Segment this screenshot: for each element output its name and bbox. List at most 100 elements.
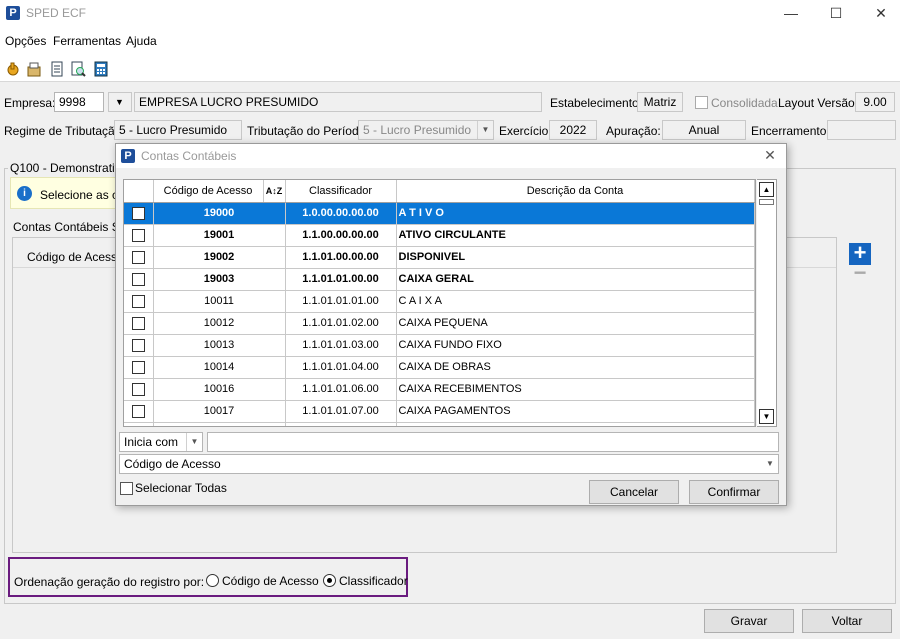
tributacao-label: Tributação do Período: xyxy=(247,124,369,138)
row-checkbox[interactable] xyxy=(131,228,145,242)
voltar-button[interactable]: Voltar xyxy=(802,609,892,633)
sort-az-icon[interactable]: A↕Z xyxy=(263,180,286,203)
cell-codigo-acesso: 10014 xyxy=(153,356,286,379)
ordering-label: Ordenação geração do registro por: xyxy=(14,575,205,589)
cell-codigo-acesso: 10011 xyxy=(153,290,286,313)
row-checkbox-cell[interactable] xyxy=(124,378,154,401)
account-row[interactable]: 100181.1.01.01.10.00CHEQUES A RECEBER xyxy=(124,422,755,428)
account-row[interactable]: 19001 1.1.00.00.00.00 ATIVO CIRCULANTE xyxy=(124,224,755,247)
account-row[interactable]: 10011 1.1.01.01.01.00 C A I X A xyxy=(124,290,755,313)
cell-codigo-acesso: 10017 xyxy=(153,400,286,423)
row-checkbox-cell[interactable] xyxy=(124,268,154,291)
col-codigo-acesso: Código de Acesso xyxy=(27,250,124,264)
account-row[interactable]: 10013 1.1.01.01.03.00 CAIXA FUNDO FIXO xyxy=(124,334,755,357)
header-codigo-acesso[interactable]: Código de Acesso xyxy=(153,180,264,203)
dialog-title: Contas Contábeis xyxy=(141,149,237,163)
preview-icon[interactable] xyxy=(70,61,86,77)
row-checkbox-cell[interactable] xyxy=(124,246,154,269)
row-checkbox[interactable] xyxy=(131,294,145,308)
menu-ferramentas[interactable]: Ferramentas xyxy=(53,34,121,48)
row-checkbox-cell[interactable] xyxy=(124,202,154,225)
account-row[interactable]: 19000 1.0.00.00.00.00 A T I V O xyxy=(124,202,755,225)
scroll-up-arrow-icon[interactable]: ▲ xyxy=(759,182,774,197)
row-checkbox-cell[interactable] xyxy=(124,334,154,357)
selecionar-todas-checkbox[interactable] xyxy=(120,482,133,495)
header-classificador[interactable]: Classificador xyxy=(285,180,397,203)
scroll-thumb[interactable] xyxy=(759,199,774,205)
account-row[interactable]: 10017 1.1.01.01.07.00 CAIXA PAGAMENTOS xyxy=(124,400,755,423)
estabelecimento-field: Matriz xyxy=(637,92,683,112)
account-row[interactable]: 19003 1.1.01.01.00.00 CAIXA GERAL xyxy=(124,268,755,291)
confirmar-button[interactable]: Confirmar xyxy=(689,480,779,504)
row-checkbox[interactable] xyxy=(131,206,145,220)
row-checkbox[interactable] xyxy=(131,404,145,418)
cell-classificador: 1.1.01.01.10.00 xyxy=(285,422,397,426)
menu-ajuda[interactable]: Ajuda xyxy=(126,34,157,48)
row-checkbox-cell[interactable] xyxy=(124,422,154,428)
row-checkbox-cell[interactable] xyxy=(124,224,154,247)
close-button[interactable]: ✕ xyxy=(858,0,900,28)
minimize-button[interactable]: — xyxy=(768,0,814,28)
maximize-button[interactable]: ☐ xyxy=(813,0,859,28)
calculator-icon[interactable] xyxy=(93,61,109,77)
row-checkbox-cell[interactable] xyxy=(124,290,154,313)
cell-descricao: CAIXA PAGAMENTOS xyxy=(396,400,755,423)
info-text: Selecione as co xyxy=(40,188,125,202)
filter-mode-value: Inicia com xyxy=(124,435,179,449)
filter-mode-select[interactable]: Inicia com ▼ xyxy=(119,432,203,452)
cell-classificador: 1.1.01.01.07.00 xyxy=(285,400,397,423)
menu-opcoes[interactable]: Opções xyxy=(5,34,46,48)
accounts-table: Código de Acesso A↕Z Classificador Descr… xyxy=(124,180,755,428)
radio-classificador-label: Classificador xyxy=(339,574,408,588)
empresa-name-field: EMPRESA LUCRO PRESUMIDO xyxy=(134,92,542,112)
filter-field-select[interactable]: Código de Acesso ▼ xyxy=(119,454,779,474)
header-checkbox-col xyxy=(124,180,154,203)
row-checkbox-cell[interactable] xyxy=(124,400,154,423)
accounts-scrollbar[interactable]: ▲ ▼ xyxy=(757,179,777,427)
dialog-close-button[interactable]: ✕ xyxy=(760,147,780,165)
info-icon: i xyxy=(17,186,32,201)
radio-codigo-acesso[interactable] xyxy=(206,574,219,587)
scroll-down-arrow-icon[interactable]: ▼ xyxy=(759,409,774,424)
account-row[interactable]: 19002 1.1.01.00.00.00 DISPONIVEL xyxy=(124,246,755,269)
account-row[interactable]: 10012 1.1.01.01.02.00 CAIXA PEQUENA xyxy=(124,312,755,335)
remove-button[interactable]: − xyxy=(852,262,868,284)
row-checkbox[interactable] xyxy=(131,250,145,264)
cell-descricao: CAIXA DE OBRAS xyxy=(396,356,755,379)
row-checkbox[interactable] xyxy=(132,427,145,428)
title-bar xyxy=(0,0,900,28)
contas-contabeis-dialog: P Contas Contábeis ✕ Código de Acesso A↕… xyxy=(115,143,787,506)
radio-classificador[interactable] xyxy=(323,574,336,587)
consolidada-checkbox[interactable] xyxy=(695,96,708,109)
hand-icon[interactable] xyxy=(5,61,21,77)
empresa-dropdown-button[interactable]: ▼ xyxy=(108,92,132,112)
encerramento-label: Encerramento: xyxy=(751,124,830,138)
account-row[interactable]: 10014 1.1.01.01.04.00 CAIXA DE OBRAS xyxy=(124,356,755,379)
consolidada-label: Consolidada xyxy=(711,96,778,110)
chevron-down-icon: ▼ xyxy=(762,455,778,473)
row-checkbox[interactable] xyxy=(131,338,145,352)
row-checkbox[interactable] xyxy=(131,316,145,330)
row-checkbox[interactable] xyxy=(131,360,145,374)
cell-classificador: 1.1.01.00.00.00 xyxy=(285,246,397,269)
document-icon[interactable] xyxy=(49,61,65,77)
regime-field: 5 - Lucro Presumido xyxy=(114,120,242,140)
row-checkbox-cell[interactable] xyxy=(124,356,154,379)
cell-classificador: 1.1.00.00.00.00 xyxy=(285,224,397,247)
layout-versao-field: 9.00 xyxy=(855,92,895,112)
account-row[interactable]: 10016 1.1.01.01.06.00 CAIXA RECEBIMENTOS xyxy=(124,378,755,401)
cell-codigo-acesso: 10012 xyxy=(153,312,286,335)
cell-descricao: DISPONIVEL xyxy=(396,246,755,269)
cancelar-button[interactable]: Cancelar xyxy=(589,480,679,504)
header-descricao[interactable]: Descrição da Conta xyxy=(396,180,755,203)
cell-codigo-acesso: 10018 xyxy=(153,422,286,426)
gravar-button[interactable]: Gravar xyxy=(704,609,794,633)
exercicio-label: Exercício: xyxy=(499,124,552,138)
row-checkbox[interactable] xyxy=(131,272,145,286)
row-checkbox-cell[interactable] xyxy=(124,312,154,335)
row-checkbox[interactable] xyxy=(131,382,145,396)
tributacao-select[interactable]: 5 - Lucro Presumido ▼ xyxy=(358,120,494,140)
empresa-code-field[interactable]: 9998 xyxy=(54,92,104,112)
filter-input[interactable] xyxy=(207,432,779,452)
wizard-icon[interactable] xyxy=(26,61,42,77)
